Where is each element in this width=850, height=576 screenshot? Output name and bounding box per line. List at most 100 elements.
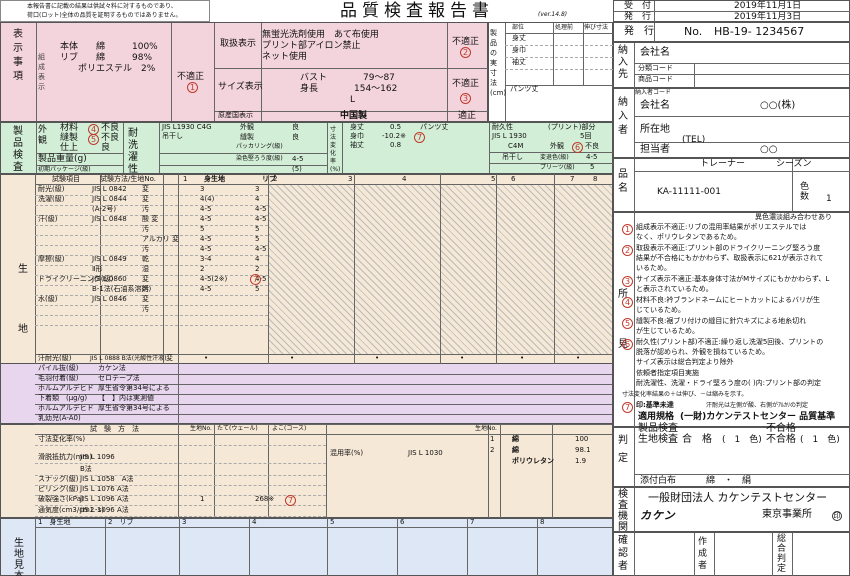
fabric-row-val2: 2 [255,265,260,273]
phys-row-line [35,445,326,446]
phys-vline [552,424,553,518]
fabric-col2-name: リブ [262,175,276,183]
marker-2: 2 [460,47,471,58]
fabric-row-sub: 汚 [142,205,149,213]
maker-label: 作成者 [698,537,708,571]
phys-header-no: 生地No. [190,425,212,432]
phys-header-method: 試 験 方 法 [90,425,139,433]
fabric-fail-colors: ( 1 色) [800,435,840,445]
remark-line: サイズ表示は総合判定より除外 [636,358,734,366]
grid-vline [440,174,441,364]
mix-label: 混用率(%) [330,449,364,457]
delivery-label: 納入先 [618,45,628,80]
person-name: ○○ [760,144,778,155]
composition-label: 組成表示 [38,53,45,91]
dim-row-length: 身丈 [350,123,364,131]
notice-line-2: 荷口(ロット)全体の品質を証明するものではありません。 [27,12,182,19]
vendor-code-label: 納入者コード [635,89,672,96]
fabric-row-val1: 4(4) [200,195,215,203]
sample-col: 1 身生地 [38,518,71,526]
mix-method: JIS L 1030 [408,449,443,457]
chem-row-name: ホルムアルデヒド [38,404,94,412]
chem-row-name: ホルムアルデヒド [38,384,94,392]
remark-marker-7-text2: 汗耐光は左側が酸、右側がｱﾙｶﾘの判定 [706,402,809,409]
fabric-row-sub: 変 [142,195,149,203]
marker-7-burst: 7 [285,495,296,506]
remark-marker-1: 1 [622,224,633,235]
mix-row-fiber: 綿 [512,435,519,443]
remark-marker-4: 4 [622,297,633,308]
remark-note: 寸法変化率結果の＋は伸び、－は縮みを示す。 [622,391,748,398]
fabric-row-line [35,265,268,266]
fabric-row-val1: 4-5 [200,285,212,293]
chem-row-method: 厚生省令第34号による [98,384,170,392]
tag-value: 綿 ・ 絹 [706,476,752,486]
notice-line-1: 本報告書に記載の結果は供試々料に対するものであり、 [27,3,177,10]
durability-appearance-result: 不良 [585,142,599,150]
fabric-row-sub: 変 [142,295,149,303]
labeling-title: 表示事項 [13,29,23,82]
sample-hline [35,527,612,528]
remarks-head: 異色濃淡組み合わせあり [755,213,832,221]
product-type: トレーナー [700,159,746,169]
sample-vline [467,518,468,576]
agency-office: 東京事業所 [762,509,812,520]
address-label: 所在地 [640,124,670,135]
sample-col: 8 [540,518,545,526]
size-line-1: バスト 79～87 [300,73,395,83]
colors-value: 1 [826,194,832,204]
origin-value: 中国製 [340,111,368,121]
remark-marker-6: 6 [622,339,633,350]
remark-line: 材料不良:衿ブランドネームにヒートカットによるバリが生 [636,296,820,304]
fabric-row-line [35,245,268,246]
item-code-label: 商品コード [638,75,673,83]
remark-marker-7: 7 [622,402,633,413]
dates-box: 受 付 2019年11月1日 発 行 2019年11月3日 [613,0,850,22]
fabric-inspection-fail: 不合格 [766,434,796,445]
chem-row-name: 毛羽付着(級) [38,374,79,382]
dim-val-sleeve: 0.8 [390,141,402,149]
sample-col: 2 リブ [108,518,134,526]
chem-row-method: 【 】内は実測値 [98,394,154,402]
fabric-col-3: 3 [348,175,353,183]
size-line-3: L [350,95,356,105]
fabric-pass-colors: ( 1 色) [722,435,762,445]
inspection-pants-label: パンツ丈 [420,123,449,131]
fabric-row-val2: 4-5 [255,245,267,253]
vendor-label: 納入者 [618,97,628,136]
phys-header-tate: たて(ウェール) [217,425,258,432]
measure-label: 製品の実寸法(cm) [490,29,507,97]
tel-label: (TEL) [682,135,706,145]
sample-col: 3 [182,518,187,526]
sample-vline [179,518,180,576]
fabric-row-sub: 変 [142,185,149,193]
phys-row-method: B法 [80,465,92,473]
chem-row-name: 下着類 (μg/g) [38,394,88,402]
fabric-row-name: 洗濯(級) [38,195,65,203]
sweat-light-dot: • [576,354,581,362]
standard-value: (一財)カケンテストセンター 品質基準 [680,412,836,422]
phys-vline [214,424,215,518]
fabric-row-val2: 5 [255,235,260,243]
received-date: 2019年11月1日 [734,1,802,11]
fabric-row-line [35,195,268,196]
handling-line-2: プリント部アイロン禁止 [262,41,361,51]
finish-label: 仕上 [60,143,79,153]
size-label: サイズ表示 [218,82,263,92]
wash-standard: JIS L1930 C4G [162,123,212,131]
marker-7-dry: 7 [250,274,261,285]
fabric-col1-name: 身生地 [204,175,225,183]
product-label: 品名 [618,169,628,194]
fabric-title: 生地 [18,264,28,335]
burst-value: 268※ [255,495,275,503]
wash-appearance-label: 外観 [240,123,254,131]
fabric-row-val1: 4-5 [200,245,212,253]
durability-stain-label: プリーツ(級) [540,164,575,171]
product-inspection-label: 製品検査 [638,423,678,434]
measure-col-before: 処理前 [555,24,574,31]
fabric-inspection-label: 生地検査 [638,434,678,445]
remark-line: と表示されているため。 [636,285,713,293]
report-number: HB-19- 1234567 [714,25,805,38]
durability-color-label: 変退色(級) [540,154,569,161]
remark-line: なく、ポリウレタンであるため。 [636,233,741,241]
